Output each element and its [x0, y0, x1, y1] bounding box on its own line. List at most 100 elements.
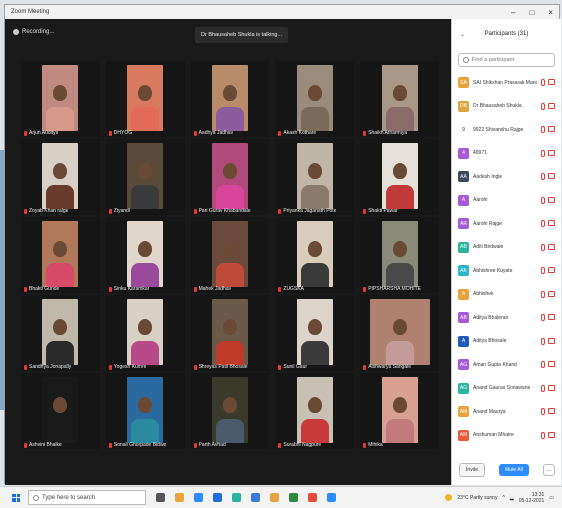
participant-item[interactable]: AG Aman Gupta Khand: [452, 353, 561, 377]
participant-item[interactable]: 9 9922 Shivanshu Rajge: [452, 118, 561, 142]
taskbar-app-icon[interactable]: [327, 493, 336, 502]
participant-item[interactable]: A Abhishek: [452, 283, 561, 307]
video-tile[interactable]: Sinku Karamkar: [105, 217, 185, 293]
participant-item[interactable]: AB Aditya Bhalerao: [452, 306, 561, 330]
mic-muted-icon[interactable]: [541, 290, 545, 298]
video-off-icon[interactable]: [548, 126, 555, 133]
more-button[interactable]: ...: [542, 464, 555, 476]
invite-button[interactable]: Invite: [459, 463, 485, 477]
participant-item[interactable]: DB Dr Bhausaheb Shukla: [452, 95, 561, 119]
video-tile[interactable]: Zoyab Khan ralge: [21, 139, 100, 215]
participant-item[interactable]: A Aditya Bhosale: [452, 330, 561, 354]
video-tile[interactable]: Akash Kothare: [275, 61, 355, 137]
mic-muted-icon[interactable]: [541, 196, 545, 204]
video-off-icon[interactable]: [548, 431, 555, 438]
mic-muted-icon[interactable]: [541, 337, 545, 345]
mic-muted-icon[interactable]: [541, 173, 545, 181]
video-tile[interactable]: Aishwarya Sangale: [360, 295, 439, 371]
chevron-down-icon[interactable]: ⌄: [460, 31, 465, 38]
video-off-icon[interactable]: [548, 384, 555, 391]
taskbar-app-icon[interactable]: [156, 493, 165, 502]
video-off-icon[interactable]: [548, 173, 555, 180]
video-off-icon[interactable]: [548, 102, 555, 109]
video-tile[interactable]: Shreyas Patil Bhosale: [190, 295, 270, 371]
taskbar-app-icon[interactable]: [213, 493, 222, 502]
video-tile[interactable]: Shakti Pawar: [360, 139, 439, 215]
mic-muted-icon[interactable]: [541, 267, 545, 275]
video-tile[interactable]: Surabhi Nagpure: [275, 373, 355, 449]
participant-item[interactable]: 4 49971: [452, 142, 561, 166]
video-off-icon[interactable]: [548, 314, 555, 321]
video-off-icon[interactable]: [548, 196, 555, 203]
taskbar-app-icon[interactable]: [308, 493, 317, 502]
video-tile[interactable]: Mahek Jadhav: [190, 217, 270, 293]
video-tile[interactable]: Sandhya Jonapally: [21, 295, 100, 371]
video-tile[interactable]: Parth Avhad: [190, 373, 270, 449]
clock[interactable]: 13:31 05-12-2021: [519, 492, 545, 504]
network-icon[interactable]: ▂: [510, 495, 514, 501]
video-off-icon[interactable]: [548, 220, 555, 227]
minimize-button[interactable]: –: [511, 8, 515, 17]
mic-muted-icon[interactable]: [541, 314, 545, 322]
mic-muted-icon[interactable]: [541, 408, 545, 416]
taskbar-app-icon[interactable]: [251, 493, 260, 502]
video-tile[interactable]: Ashvini Bhalke: [21, 373, 100, 449]
windows-start-icon[interactable]: [12, 493, 20, 502]
video-off-icon[interactable]: [548, 243, 555, 250]
recording-indicator[interactable]: Recording...: [13, 29, 54, 35]
video-tile[interactable]: Pari Gurav Khabandale: [190, 139, 270, 215]
video-tile[interactable]: Ziyandi: [105, 139, 185, 215]
video-tile[interactable]: Bhakti Gunde: [21, 217, 100, 293]
participant-item[interactable]: AB Aditi Birdwale: [452, 236, 561, 260]
notification-icon[interactable]: ▭: [549, 495, 554, 501]
video-off-icon[interactable]: [548, 361, 555, 368]
participant-item[interactable]: AM Anshuman Mhatre: [452, 424, 561, 448]
maximize-button[interactable]: □: [529, 8, 534, 17]
mic-muted-icon[interactable]: [541, 126, 545, 134]
participant-item[interactable]: SA SAI Shikshan Prasarak Mandal (Host, me…: [452, 71, 561, 95]
taskbar-app-icon[interactable]: [270, 493, 279, 502]
video-tile[interactable]: ZUGSKA: [275, 217, 355, 293]
mic-muted-icon[interactable]: [541, 384, 545, 392]
mic-muted-icon[interactable]: [541, 361, 545, 369]
video-off-icon[interactable]: [548, 408, 555, 415]
video-off-icon[interactable]: [548, 290, 555, 297]
video-off-icon[interactable]: [548, 267, 555, 274]
video-tile[interactable]: Yogesh Kumre: [105, 295, 185, 371]
participant-item[interactable]: AK Abhishree Kuyate: [452, 259, 561, 283]
video-off-icon[interactable]: [548, 79, 555, 86]
taskbar-search[interactable]: Type here to search: [28, 490, 146, 505]
video-tile[interactable]: PIPSHARSHA MOHITE: [360, 217, 439, 293]
participant-search[interactable]: [458, 53, 555, 67]
video-tile[interactable]: DHYOG: [105, 61, 185, 137]
chevron-up-icon[interactable]: ^: [502, 495, 504, 501]
video-tile[interactable]: Sunil Gaur: [275, 295, 355, 371]
participant-item[interactable]: AG Anand Gaurav Sonawane: [452, 377, 561, 401]
taskbar-app-icon[interactable]: [175, 493, 184, 502]
close-button[interactable]: ×: [548, 8, 553, 17]
video-tile[interactable]: Sonali Ghorpade Bidwe: [105, 373, 185, 449]
participant-search-input[interactable]: [471, 57, 550, 63]
mic-muted-icon[interactable]: [541, 220, 545, 228]
participant-item[interactable]: AR Aarohi Rajge: [452, 212, 561, 236]
video-tile[interactable]: Mihika: [360, 373, 439, 449]
taskbar-app-icon[interactable]: [194, 493, 203, 502]
video-tile[interactable]: Priyanka Jaganath Pote: [275, 139, 355, 215]
participant-item[interactable]: A Aarohi: [452, 189, 561, 213]
video-tile[interactable]: Arjun Auditya: [21, 61, 100, 137]
video-off-icon[interactable]: [548, 149, 555, 156]
mic-muted-icon[interactable]: [541, 102, 545, 110]
taskbar-app-icon[interactable]: [232, 493, 241, 502]
mute-all-button[interactable]: Mute All: [499, 464, 529, 476]
mic-muted-icon[interactable]: [541, 431, 545, 439]
taskbar-app-icon[interactable]: [289, 493, 298, 502]
video-tile[interactable]: Aadhya Jadhav: [190, 61, 270, 137]
mic-muted-icon[interactable]: [541, 243, 545, 251]
mic-muted-icon[interactable]: [541, 79, 545, 87]
participant-item[interactable]: AA Aadesh Ingle: [452, 165, 561, 189]
video-tile[interactable]: Shaikh Atharmiya: [360, 61, 439, 137]
participant-item[interactable]: AM Anand Maurya: [452, 400, 561, 424]
video-off-icon[interactable]: [548, 337, 555, 344]
tile-name-label: Sinku Karamkar: [108, 286, 149, 292]
mic-muted-icon[interactable]: [541, 149, 545, 157]
